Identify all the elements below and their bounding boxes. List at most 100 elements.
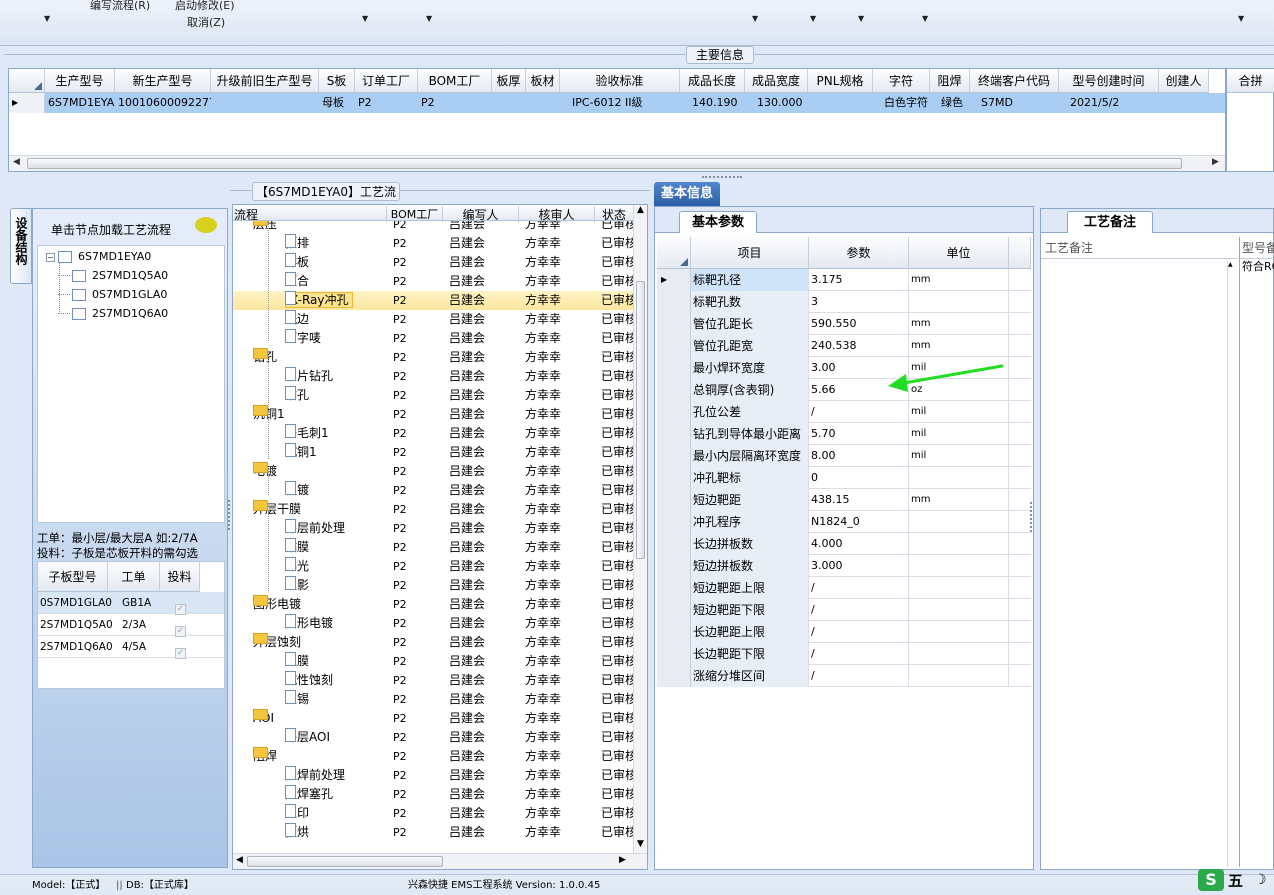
- splitter-grip[interactable]: [702, 176, 742, 179]
- flow-row[interactable]: −钻孔P2吕建会方幸幸已审核: [233, 348, 633, 367]
- tree-node[interactable]: 0S7MD1GLA0: [58, 288, 167, 301]
- cell-item[interactable]: 管位孔距长: [691, 313, 809, 335]
- cell-reviewer[interactable]: 方幸幸: [525, 823, 585, 842]
- cell-reviewer[interactable]: 方幸幸: [525, 443, 585, 462]
- param-row[interactable]: 最小内层隔离环宽度 8.00 mil: [657, 445, 1031, 467]
- cell-sub-model[interactable]: 2S7MD1Q6A0: [40, 636, 113, 658]
- cell-length[interactable]: 140.190: [689, 93, 754, 113]
- cell-status[interactable]: 已审核: [601, 443, 633, 462]
- flow-row[interactable]: 外层AOIP2吕建会方幸幸已审核: [233, 728, 633, 747]
- cell-width[interactable]: 130.000: [754, 93, 817, 113]
- cell-status[interactable]: 已审核: [601, 576, 633, 595]
- cell-unit[interactable]: mil: [909, 401, 1009, 423]
- flow-row[interactable]: 阻焊塞孔P2吕建会方幸幸已审核: [233, 785, 633, 804]
- cell-reviewer[interactable]: 方幸幸: [525, 386, 585, 405]
- flow-row[interactable]: 钻孔P2吕建会方幸幸已审核: [233, 386, 633, 405]
- remark-cell[interactable]: 符合RO: [1240, 259, 1274, 275]
- cell-value[interactable]: 590.550: [809, 313, 909, 335]
- cell-bom[interactable]: P2: [393, 652, 453, 671]
- cell-value[interactable]: N1824_0: [809, 511, 909, 533]
- param-row[interactable]: 钻孔到导体最小距离 5.70 mil: [657, 423, 1031, 445]
- cell-status[interactable]: 已审核: [601, 462, 633, 481]
- cell-value[interactable]: /: [809, 621, 909, 643]
- cell-bom[interactable]: P2: [393, 310, 453, 329]
- cell-reviewer[interactable]: 方幸幸: [525, 671, 585, 690]
- cell-item[interactable]: 总铜厚(含表铜): [691, 379, 809, 401]
- cell-sub-model[interactable]: 2S7MD1Q5A0: [40, 614, 113, 636]
- flow-row[interactable]: 外层前处理P2吕建会方幸幸已审核: [233, 519, 633, 538]
- cell-reviewer[interactable]: 方幸幸: [525, 614, 585, 633]
- cell-bom[interactable]: P2: [393, 424, 453, 443]
- cell-value[interactable]: 438.15: [809, 489, 909, 511]
- scroll-thumb[interactable]: [27, 158, 1182, 169]
- flow-row[interactable]: 排板P2吕建会方幸幸已审核: [233, 253, 633, 272]
- cell-order-factory[interactable]: P2: [355, 93, 418, 113]
- cell-unit[interactable]: mil: [909, 423, 1009, 445]
- param-row[interactable]: 管位孔距长 590.550 mm: [657, 313, 1031, 335]
- cell-writer[interactable]: 吕建会: [449, 405, 509, 424]
- cell-writer[interactable]: 吕建会: [449, 348, 509, 367]
- cell-bom[interactable]: P2: [393, 747, 453, 766]
- cell-reviewer[interactable]: 方幸幸: [525, 291, 585, 310]
- cell-writer[interactable]: 吕建会: [449, 804, 509, 823]
- cell-unit[interactable]: mm: [909, 489, 1009, 511]
- dropdown-arrow-icon[interactable]: ▼: [858, 14, 864, 23]
- cell-status[interactable]: 已审核: [601, 823, 633, 842]
- flow-row[interactable]: 图形电镀P2吕建会方幸幸已审核: [233, 614, 633, 633]
- dropdown-arrow-icon[interactable]: ▼: [44, 14, 50, 23]
- cell-status[interactable]: 已审核: [601, 310, 633, 329]
- cell-status[interactable]: 已审核: [601, 348, 633, 367]
- flow-row[interactable]: 打字唛P2吕建会方幸幸已审核: [233, 329, 633, 348]
- cell-reviewer[interactable]: 方幸幸: [525, 633, 585, 652]
- cell-status[interactable]: 已审核: [601, 709, 633, 728]
- cell-unit[interactable]: mm: [909, 313, 1009, 335]
- cell-writer[interactable]: 吕建会: [449, 671, 509, 690]
- edit-flow-button[interactable]: 编写流程(R): [90, 0, 150, 13]
- cell-writer[interactable]: 吕建会: [449, 500, 509, 519]
- cell-reviewer[interactable]: 方幸幸: [525, 576, 585, 595]
- dropdown-arrow-icon[interactable]: ▼: [426, 14, 432, 23]
- cell-bom[interactable]: P2: [393, 519, 453, 538]
- flow-row[interactable]: −沉铜1P2吕建会方幸幸已审核: [233, 405, 633, 424]
- cell-bom[interactable]: P2: [393, 576, 453, 595]
- cell-writer[interactable]: 吕建会: [449, 272, 509, 291]
- cell-unit[interactable]: mil: [909, 445, 1009, 467]
- cell-wo[interactable]: 2/3A: [122, 614, 162, 636]
- cell-writer[interactable]: 吕建会: [449, 310, 509, 329]
- table-row[interactable]: 0S7MD1GLA0 GB1A ✓: [38, 592, 224, 615]
- cell-writer[interactable]: 吕建会: [449, 329, 509, 348]
- cell-customer[interactable]: S7MD: [978, 93, 1064, 113]
- cell-status[interactable]: 已审核: [601, 804, 633, 823]
- cell-writer[interactable]: 吕建会: [449, 443, 509, 462]
- flow-row[interactable]: 退膜P2吕建会方幸幸已审核: [233, 652, 633, 671]
- cell-bom[interactable]: P2: [393, 690, 453, 709]
- cell-status[interactable]: 已审核: [601, 747, 633, 766]
- cell-writer[interactable]: 吕建会: [449, 462, 509, 481]
- col-header[interactable]: 创建人: [1159, 69, 1209, 93]
- scroll-right-icon[interactable]: ▶: [1212, 157, 1219, 167]
- cell-mask[interactable]: 绿色: [938, 93, 978, 113]
- cell-bom[interactable]: P2: [393, 538, 453, 557]
- cell-bom[interactable]: P2: [393, 823, 453, 842]
- cell-writer[interactable]: 吕建会: [449, 766, 509, 785]
- flow-row[interactable]: 曝光P2吕建会方幸幸已审核: [233, 557, 633, 576]
- flow-row[interactable]: −阻焊P2吕建会方幸幸已审核: [233, 747, 633, 766]
- cell-bom[interactable]: P2: [393, 500, 453, 519]
- param-row[interactable]: 长边靶距下限 /: [657, 643, 1031, 665]
- cell-status[interactable]: 已审核: [601, 221, 633, 234]
- cell-reviewer[interactable]: 方幸幸: [525, 709, 585, 728]
- cell-reviewer[interactable]: 方幸幸: [525, 310, 585, 329]
- flow-row[interactable]: −层压P2吕建会方幸幸已审核: [233, 221, 633, 234]
- scroll-up-icon[interactable]: ▲: [637, 205, 644, 215]
- cell-item[interactable]: 管位孔距宽: [691, 335, 809, 357]
- flow-row[interactable]: 贴膜P2吕建会方幸幸已审核: [233, 538, 633, 557]
- cell-writer[interactable]: 吕建会: [449, 519, 509, 538]
- cancel-button[interactable]: 取消(Z): [187, 14, 225, 30]
- param-row[interactable]: 标靶孔数 3: [657, 291, 1031, 313]
- cell-unit[interactable]: [909, 533, 1009, 555]
- cell-writer[interactable]: 吕建会: [449, 367, 509, 386]
- cell-status[interactable]: 已审核: [601, 386, 633, 405]
- cell-item[interactable]: 最小内层隔离环宽度: [691, 445, 809, 467]
- cell-status[interactable]: 已审核: [601, 481, 633, 500]
- cell-bom[interactable]: P2: [393, 633, 453, 652]
